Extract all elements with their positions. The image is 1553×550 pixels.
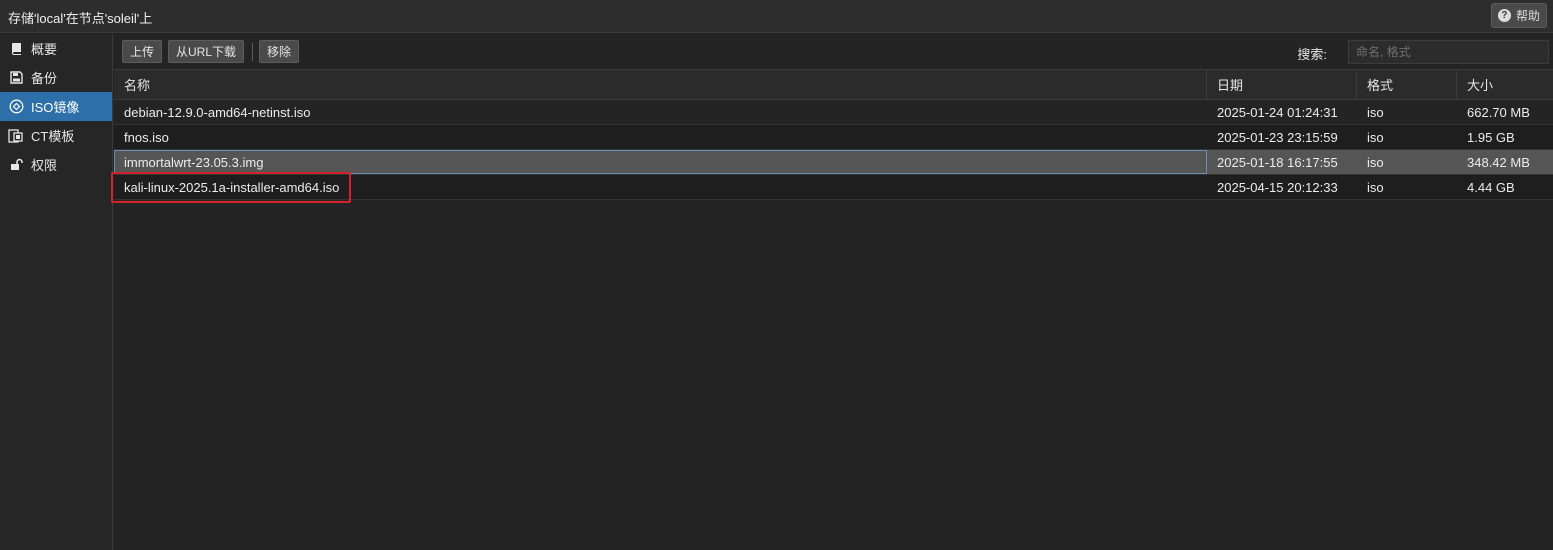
unlock-icon (8, 157, 24, 173)
question-circle-icon: ? (1497, 9, 1511, 22)
table-header: 名称 日期 格式 大小 (114, 70, 1553, 100)
help-button-label: 帮助 (1515, 9, 1540, 23)
sidebar-item-label: CT模板 (31, 129, 75, 144)
cell-format: iso (1367, 104, 1384, 120)
sidebar-item-permissions[interactable]: 权限 (0, 150, 112, 179)
table-row[interactable]: kali-linux-2025.1a-installer-amd64.iso 2… (111, 172, 1553, 203)
cell-name-text: kali-linux-2025.1a-installer-amd64.iso (124, 179, 340, 195)
cell-format: iso (1367, 179, 1384, 195)
column-header-date[interactable]: 日期 (1207, 70, 1357, 99)
sidebar-item-summary[interactable]: 概要 (0, 34, 112, 63)
cell-size: 4.44 GB (1467, 179, 1515, 195)
cell-size: 662.70 MB (1467, 104, 1530, 120)
cell-date: 2025-01-24 01:24:31 (1217, 104, 1338, 120)
cell-size: 1.95 GB (1467, 129, 1515, 145)
cell-date: 2025-01-18 16:17:55 (1217, 154, 1338, 170)
sidebar-item-label: 概要 (31, 42, 58, 57)
sidebar-item-ct-templates[interactable]: CT模板 (0, 121, 112, 150)
cell-name: kali-linux-2025.1a-installer-amd64.iso (111, 172, 1207, 203)
table-body: debian-12.9.0-amd64-netinst.iso 2025-01-… (111, 100, 1553, 203)
cell-size: 348.42 MB (1467, 154, 1530, 170)
help-button[interactable]: ? 帮助 (1491, 3, 1547, 28)
disc-icon (8, 99, 24, 115)
toolbar-separator (252, 42, 254, 61)
cell-date: 2025-04-15 20:12:33 (1217, 179, 1338, 195)
column-header-size[interactable]: 大小 (1457, 70, 1553, 99)
cell-name: fnos.iso (124, 129, 169, 145)
column-header-name[interactable]: 名称 (114, 70, 1207, 99)
sidebar-item-iso-images[interactable]: ISO镜像 (0, 92, 112, 121)
table-row[interactable]: debian-12.9.0-amd64-netinst.iso 2025-01-… (114, 100, 1553, 125)
cell-name: debian-12.9.0-amd64-netinst.iso (124, 104, 311, 120)
table-row-selected[interactable]: immortalwrt-23.05.3.img 2025-01-18 16:17… (114, 150, 1553, 175)
sidebar-item-backup[interactable]: 备份 (0, 63, 112, 92)
upload-button[interactable]: 上传 (122, 40, 163, 63)
remove-button[interactable]: 移除 (259, 40, 300, 63)
column-header-format[interactable]: 格式 (1357, 70, 1457, 99)
cell-format: iso (1367, 154, 1384, 170)
search-input[interactable] (1348, 40, 1549, 64)
cell-date: 2025-01-23 23:15:59 (1217, 129, 1338, 145)
table-row[interactable]: fnos.iso 2025-01-23 23:15:59 iso 1.95 GB (114, 125, 1553, 150)
sidebar-item-label: 备份 (31, 71, 58, 86)
sidebar: 概要 备份 ISO镜像 CT模板 权限 (0, 34, 113, 550)
search-label: 搜索: (1297, 47, 1327, 62)
window-title: 存储'local'在节点'soleil'上 (8, 11, 153, 26)
download-from-url-button[interactable]: 从URL下载 (168, 40, 245, 63)
container-template-icon (8, 128, 24, 144)
window-titlebar: 存储'local'在节点'soleil'上 ? 帮助 (0, 0, 1553, 33)
sidebar-item-label: 权限 (31, 158, 58, 173)
cell-name: immortalwrt-23.05.3.img (114, 150, 1207, 174)
book-icon (8, 41, 24, 57)
floppy-disk-icon (8, 70, 24, 86)
sidebar-item-label: ISO镜像 (31, 100, 80, 115)
main-panel: 上传 从URL下载 移除 搜索: 名称 日期 格式 大小 debian-12.9… (111, 34, 1553, 550)
toolbar: 上传 从URL下载 移除 搜索: (114, 34, 1553, 70)
cell-format: iso (1367, 129, 1384, 145)
